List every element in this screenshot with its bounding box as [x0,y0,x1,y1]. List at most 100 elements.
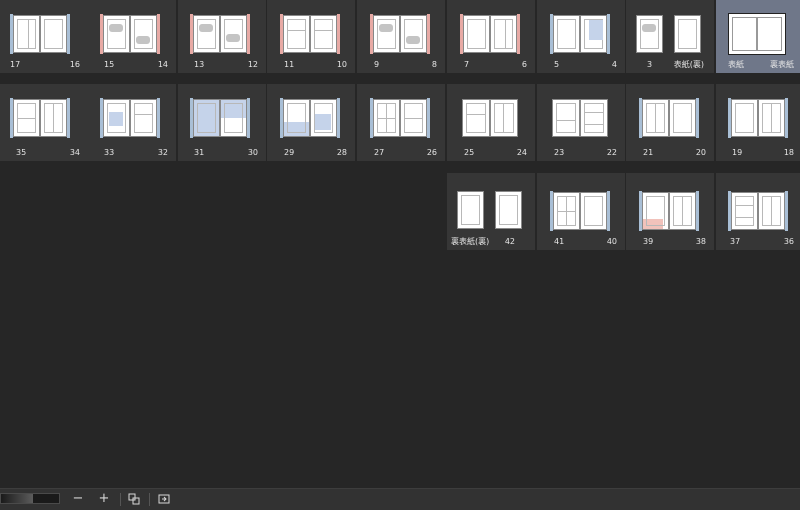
spread-5-4[interactable]: 5 4 [537,0,625,73]
page-thumbnail [400,99,427,137]
spread-9-8[interactable]: 9 8 [357,0,445,73]
convert-icon [158,494,170,504]
page-number-right: 18 [783,148,794,157]
page-thumbnail [373,99,400,137]
page-number-right: 裏表紙 [770,60,794,69]
page-thumbnail [669,192,696,230]
page-thumbnail [642,99,669,137]
page-thumbnail [580,15,607,53]
page-number-right: 28 [336,148,347,157]
page-number-left: 7 [464,60,470,69]
spread-23-22[interactable]: 23 22 [537,84,625,161]
zoom-in-button[interactable]: + [94,491,114,507]
page-thumbnail [553,15,580,53]
page-thumbnail [193,15,220,53]
cover-thumbnail [728,13,786,55]
combine-pages-icon [128,493,140,505]
spread-13-12[interactable]: 13 12 [178,0,266,73]
spread-31-30[interactable]: 31 30 [178,84,266,161]
page-thumbnail [731,192,758,230]
page-thumbnail [220,99,247,137]
combine-pages-button[interactable] [124,491,144,507]
spread-37-36[interactable]: 37 36 [716,173,800,250]
toolbar-divider [120,493,121,506]
bottom-toolbar: − + [0,488,800,510]
zoom-slider[interactable] [0,493,60,504]
zoom-out-button[interactable]: − [68,491,88,507]
page-thumbnail [580,192,607,230]
page-number-right: 8 [431,60,437,69]
page-number-right: 38 [695,237,706,246]
page-number-right: 42 [504,237,515,246]
page-number-left: 33 [104,148,115,157]
page-thumbnail [130,99,157,137]
page-number-left: 35 [16,148,27,157]
spread-41-40[interactable]: 41 40 [537,173,625,250]
page-thumbnail [580,99,608,137]
page-number-left: 17 [10,60,21,69]
convert-button[interactable] [154,491,174,507]
spread-3-cover-inside[interactable]: 3 表紙(裏) [626,0,714,73]
page-thumbnail [642,192,669,230]
page-number-right: 6 [521,60,527,69]
spread-back-cover-42[interactable]: 裏表紙(裏) 42 [447,173,535,250]
page-thumbnail [758,99,785,137]
page-number-left: 5 [554,60,560,69]
page-thumbnail [552,99,580,137]
page-number-left: 3 [647,60,653,69]
page-thumbnail [310,99,337,137]
page-number-left: 21 [643,148,654,157]
page-number-right: 16 [69,60,80,69]
spread-17-16[interactable]: 17 16 [0,0,88,73]
spread-33-32[interactable]: 33 32 [88,84,176,161]
spread-15-14[interactable]: 15 14 [88,0,176,73]
spread-19-18[interactable]: 19 18 [716,84,800,161]
page-thumbnail [283,15,310,53]
page-number-left: 15 [104,60,115,69]
spread-cover[interactable]: 表紙 裏表紙 [716,0,800,73]
page-thumbnail [674,15,701,53]
spread-25-24[interactable]: 25 24 [447,84,535,161]
spread-11-10[interactable]: 11 10 [267,0,355,73]
page-number-right: 30 [247,148,258,157]
page-thumbnail [462,99,490,137]
page-thumbnail [400,15,427,53]
page-number-right: 24 [516,148,527,157]
page-number-right: 36 [783,237,794,246]
spread-29-28[interactable]: 29 28 [267,84,355,161]
page-number-right: 26 [426,148,437,157]
spread-39-38[interactable]: 39 38 [626,173,714,250]
page-thumbnail [220,15,247,53]
page-number-right: 22 [606,148,617,157]
page-number-left: 27 [374,148,385,157]
toolbar-divider [149,493,150,506]
page-number-left: 41 [554,237,565,246]
page-number-right: 12 [247,60,258,69]
page-thumbnail [13,99,40,137]
page-number-left: 11 [284,60,295,69]
page-number-left: 23 [554,148,565,157]
plus-icon: + [98,491,110,506]
spread-21-20[interactable]: 21 20 [626,84,714,161]
page-thumbnail [636,15,663,53]
spread-27-26[interactable]: 27 26 [357,84,445,161]
page-thumbnail [463,15,490,53]
page-number-left: 9 [374,60,380,69]
page-number-left: 37 [730,237,741,246]
page-thumbnail [553,192,580,230]
page-thumbnail [103,99,130,137]
spread-35-34[interactable]: 35 34 [0,84,88,161]
page-number-right: 32 [157,148,168,157]
spread-7-6[interactable]: 7 6 [447,0,535,73]
page-number-right: 20 [695,148,706,157]
page-number-right: 表紙(裏) [673,60,704,69]
page-thumbnail [130,15,157,53]
page-thumbnail [731,99,758,137]
page-number-left: 39 [643,237,654,246]
page-number-left: 13 [194,60,205,69]
page-thumbnail [13,15,40,53]
page-thumbnail [193,99,220,137]
page-number-left: 19 [732,148,743,157]
page-thumbnail [495,191,522,229]
page-thumbnail [40,99,67,137]
